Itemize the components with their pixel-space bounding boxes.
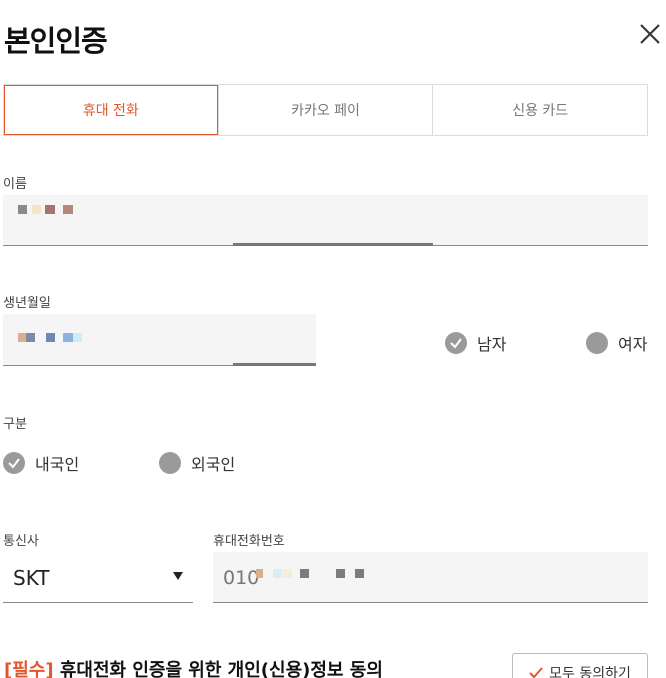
name-field[interactable] bbox=[3, 195, 648, 246]
nationality-domestic-radio[interactable]: 내국인 bbox=[3, 451, 79, 475]
page-title: 본인인증 bbox=[4, 24, 108, 58]
focus-underline bbox=[233, 243, 433, 246]
auth-method-tabs: 휴대 전화 카카오 페이 신용 카드 bbox=[3, 84, 648, 136]
masked-text bbox=[63, 205, 73, 214]
birthdate-field[interactable] bbox=[3, 314, 316, 366]
tab-mobile-phone[interactable]: 휴대 전화 bbox=[4, 85, 218, 135]
name-label: 이름 bbox=[3, 177, 27, 192]
masked-text bbox=[26, 333, 35, 342]
masked-text bbox=[32, 205, 41, 214]
check-icon bbox=[3, 452, 25, 474]
birthdate-label: 생년월일 bbox=[3, 296, 51, 311]
phone-field[interactable]: 010 bbox=[213, 552, 648, 603]
masked-text bbox=[355, 569, 364, 578]
focus-underline bbox=[233, 363, 316, 366]
gender-male-label: 남자 bbox=[477, 335, 507, 354]
consent-text: 휴대전화 인증을 위한 개인(신용)정보 동의 bbox=[53, 660, 383, 678]
masked-text bbox=[18, 333, 26, 342]
carrier-label: 통신사 bbox=[3, 534, 39, 549]
agree-all-button[interactable]: 모두 동의하기 bbox=[512, 653, 648, 678]
masked-text bbox=[336, 569, 345, 578]
phone-prefix: 010 bbox=[223, 567, 260, 589]
masked-text bbox=[45, 205, 55, 214]
tab-kakao-pay[interactable]: 카카오 페이 bbox=[217, 85, 433, 135]
gender-male-radio[interactable]: 남자 bbox=[445, 331, 506, 355]
dropdown-caret-icon bbox=[173, 572, 183, 580]
masked-text bbox=[46, 333, 55, 342]
masked-text bbox=[300, 569, 309, 578]
check-icon bbox=[445, 332, 467, 354]
nationality-foreign-radio[interactable]: 외국인 bbox=[159, 451, 235, 475]
nationality-domestic-label: 내국인 bbox=[35, 455, 80, 474]
masked-text bbox=[73, 333, 82, 342]
nationality-foreign-label: 외국인 bbox=[191, 455, 236, 474]
gender-female-radio[interactable]: 여자 bbox=[586, 331, 647, 355]
close-icon[interactable] bbox=[636, 20, 664, 48]
check-icon bbox=[529, 667, 543, 678]
radio-icon bbox=[586, 332, 608, 354]
masked-text bbox=[63, 333, 73, 342]
masked-text bbox=[18, 205, 27, 214]
gender-female-label: 여자 bbox=[618, 335, 648, 354]
tab-credit-card[interactable]: 신용 카드 bbox=[432, 85, 647, 135]
consent-heading: [필수] 휴대전화 인증을 위한 개인(신용)정보 동의 bbox=[4, 656, 383, 678]
masked-text bbox=[256, 569, 263, 578]
phone-label: 휴대전화번호 bbox=[213, 534, 285, 549]
agree-all-label: 모두 동의하기 bbox=[549, 666, 631, 678]
required-tag: [필수] bbox=[4, 660, 54, 678]
masked-text bbox=[283, 569, 292, 578]
radio-icon bbox=[159, 452, 181, 474]
carrier-select[interactable]: SKT bbox=[3, 552, 193, 603]
masked-text bbox=[273, 569, 282, 578]
nationality-label: 구분 bbox=[3, 417, 27, 432]
carrier-value: SKT bbox=[13, 566, 50, 590]
